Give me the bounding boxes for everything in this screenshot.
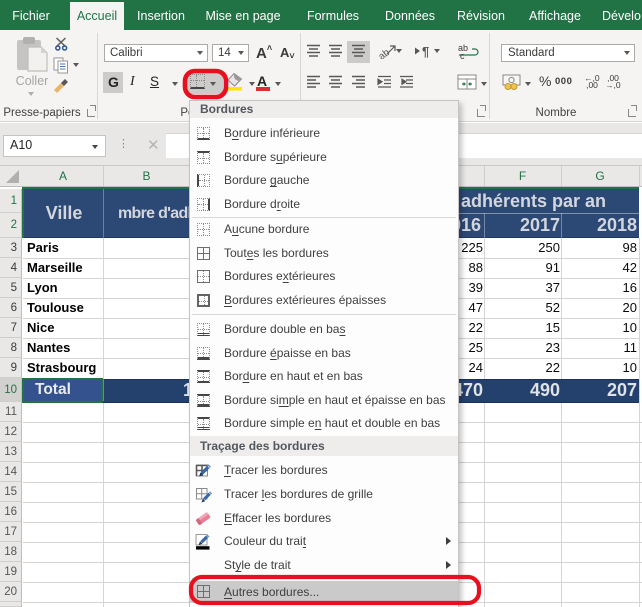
svg-text:c: c bbox=[460, 51, 465, 59]
svg-text:¶: ¶ bbox=[422, 44, 429, 59]
svg-text:ab: ab bbox=[377, 47, 393, 59]
